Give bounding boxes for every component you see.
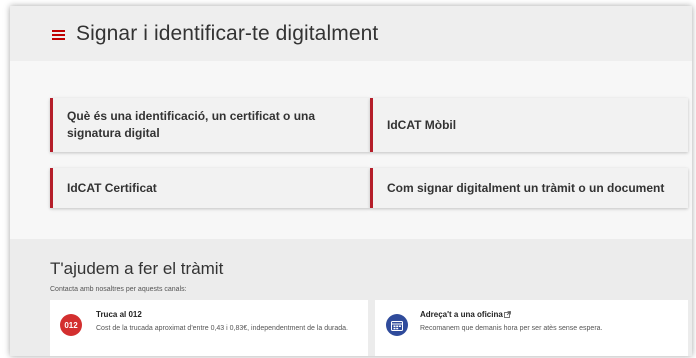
card-idcat-mobil[interactable]: IdCAT Mòbil xyxy=(370,98,688,152)
card-label: IdCAT Certificat xyxy=(67,180,157,195)
external-link-icon xyxy=(503,311,511,320)
channel-title: Adreça't a una oficina xyxy=(420,310,511,320)
office-calendar-icon xyxy=(386,314,408,336)
channel-office[interactable]: Adreça't a una oficina Recomanem que dem… xyxy=(375,300,688,356)
card-label: Com signar digitalment un tràmit o un do… xyxy=(387,180,665,195)
card-how-to-sign[interactable]: Com signar digitalment un tràmit o un do… xyxy=(370,168,688,208)
hamburger-menu-icon[interactable] xyxy=(52,30,65,40)
page-title: Signar i identificar-te digitalment xyxy=(76,22,379,45)
channel-call-012[interactable]: 012 Truca al 012 Cost de la trucada apro… xyxy=(50,300,368,356)
phone-012-icon: 012 xyxy=(60,314,82,336)
help-title: T'ajudem a fer el tràmit xyxy=(50,259,224,278)
page-header: Signar i identificar-te digitalment xyxy=(10,6,692,61)
page-frame: Signar i identificar-te digitalment Què … xyxy=(10,6,692,356)
channel-title: Truca al 012 xyxy=(96,310,142,319)
channel-title-text: Adreça't a una oficina xyxy=(420,310,503,319)
help-section: T'ajudem a fer el tràmit Contacta amb no… xyxy=(10,239,692,356)
card-idcat-certificat[interactable]: IdCAT Certificat xyxy=(50,168,370,208)
channel-description: Recomanem que demanis hora per ser atès … xyxy=(420,325,603,332)
help-subtitle: Contacta amb nosaltres per aquests canal… xyxy=(50,286,187,293)
card-label: IdCAT Mòbil xyxy=(387,117,457,132)
topic-cards: Què és una identificació, un certificat … xyxy=(10,61,692,239)
card-what-is-digital-id[interactable]: Què és una identificació, un certificat … xyxy=(50,98,370,152)
card-label: Què és una identificació, un certificat … xyxy=(67,109,316,140)
channel-description: Cost de la trucada aproximat d'entre 0,4… xyxy=(96,325,348,332)
